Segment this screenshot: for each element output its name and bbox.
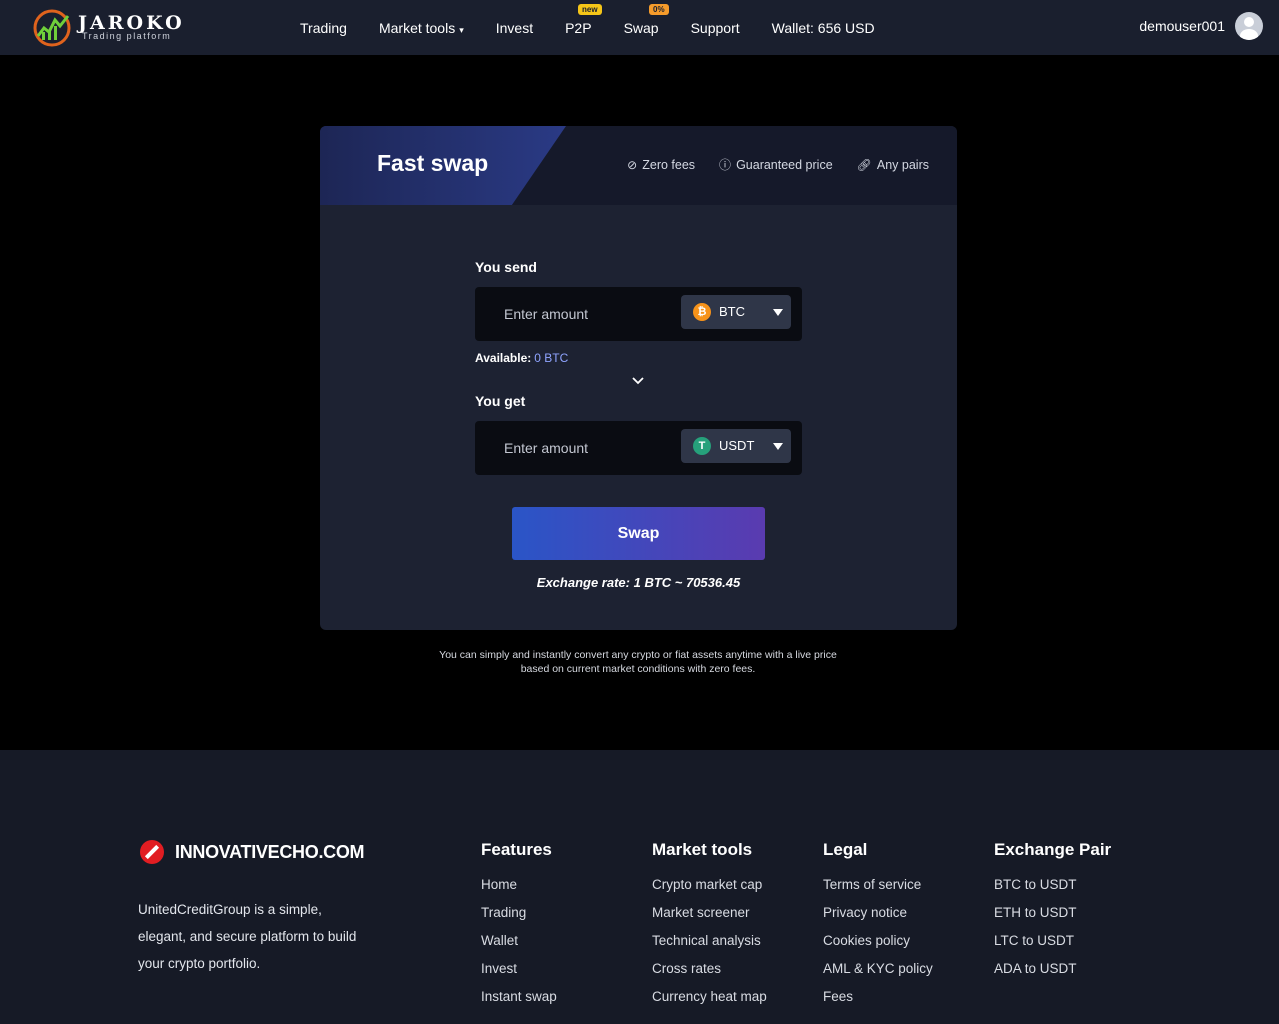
nav-market-tools[interactable]: Market tools ▾ [379,20,464,36]
chevron-down-icon [773,443,783,450]
zero-percent-badge: 0% [649,3,669,15]
swap-direction-icon[interactable] [632,374,644,386]
fast-swap-card: Fast swap ⊘ Zero fees ⓘ Guaranteed price… [320,126,957,630]
user-menu[interactable]: demouser001 [1139,12,1263,40]
get-amount-field[interactable]: Enter amount T USDT [475,421,802,475]
swap-description-line: You can simply and instantly convert any… [439,649,837,661]
nav-invest-label: Invest [495,19,534,36]
footer-link[interactable]: Crypto market cap [652,877,767,905]
feature-any-pairs: 🔗︎ Any pairs [857,156,929,173]
footer-link[interactable]: Fees [823,989,933,1017]
swap-description: You can simply and instantly convert any… [380,648,896,676]
nav-swap[interactable]: Swap 0% [623,3,669,36]
footer-link[interactable]: Terms of service [823,877,933,905]
footer-column-exchange-pair: Exchange Pair BTC to USDT ETH to USDT LT… [994,840,1111,989]
available-balance: Available: 0 BTC [475,351,568,365]
nav-invest[interactable]: Invest [496,20,533,36]
brand-name: INNOVATIVECHO.COM [175,841,365,862]
nav-swap-label: Swap [623,19,659,36]
guaranteed-price-icon: ⓘ [719,158,732,172]
card-header: Fast swap ⊘ Zero fees ⓘ Guaranteed price… [320,126,957,205]
footer-link[interactable]: Instant swap [481,989,557,1017]
main-nav: Trading Market tools ▾ Invest P2P new Swap… [300,0,907,55]
send-currency-value: BTC [719,304,745,319]
feature-list: ⊘ Zero fees ⓘ Guaranteed price 🔗︎ Any pa… [603,156,929,173]
available-value: 0 BTC [534,351,569,365]
get-currency-select[interactable]: T USDT [681,429,791,463]
nav-wallet[interactable]: Wallet: 656 USD [772,20,875,36]
nav-support[interactable]: Support [691,20,740,36]
footer-link[interactable]: Trading [481,905,557,933]
usdt-icon: T [693,437,711,455]
footer-link[interactable]: Market screener [652,905,767,933]
footer-link[interactable]: ADA to USDT [994,961,1111,989]
footer-column-legal: Legal Terms of service Privacy notice Co… [823,840,933,1017]
footer-column-title: Exchange Pair [994,840,1112,859]
logo-mark-icon [33,9,71,47]
footer-link[interactable]: Home [481,877,557,905]
footer-link[interactable]: ETH to USDT [994,905,1111,933]
btc-icon: ₿ [693,303,711,321]
footer-column-market-tools: Market tools Crypto market cap Market sc… [652,840,767,1017]
footer-link[interactable]: Privacy notice [823,905,933,933]
feature-guaranteed-price: ⓘ Guaranteed price [719,156,833,173]
send-amount-placeholder: Enter amount [504,306,589,322]
brand-logo-icon [140,840,164,864]
nav-market-tools-label: Market tools [378,19,456,36]
send-amount-field[interactable]: Enter amount ₿ BTC [475,287,802,341]
logo[interactable]: JAROKO Trading platform [32,8,182,48]
chevron-down-icon: ▾ [459,24,464,35]
footer-column-title: Market tools [652,840,753,859]
footer-link[interactable]: Invest [481,961,557,989]
feature-label: Any pairs [876,157,929,172]
new-badge: new [578,3,602,15]
footer-column-features: Features Home Trading Wallet Invest Inst… [481,840,557,1017]
nav-p2p[interactable]: P2P new [565,3,602,36]
footer-link[interactable]: AML & KYC policy [823,961,933,989]
get-amount-placeholder: Enter amount [504,440,589,456]
swap-button[interactable]: Swap [512,507,765,560]
footer-link[interactable]: Technical analysis [652,933,767,961]
nav-trading[interactable]: Trading [300,20,347,36]
feature-label: Guaranteed price [736,157,833,172]
feature-label: Zero fees [642,157,696,172]
swap-description-line: based on current market conditions with … [520,663,756,675]
footer-link[interactable]: Cross rates [652,961,767,989]
nav-trading-label: Trading [300,19,347,36]
zero-fees-icon: ⊘ [627,157,638,172]
send-currency-select[interactable]: ₿ BTC [681,295,791,329]
nav-wallet-label: Wallet: 656 USD [771,19,875,36]
chevron-down-icon [773,309,783,316]
nav-support-label: Support [690,19,740,36]
footer-brand[interactable]: INNOVATIVECHO.COM [140,840,365,864]
get-currency-value: USDT [719,438,755,453]
username: demouser001 [1139,18,1225,34]
footer: INNOVATIVECHO.COM UnitedCreditGroup is a… [0,750,1279,1024]
card-title: Fast swap [377,150,489,176]
footer-link[interactable]: Currency heat map [652,989,767,1017]
footer-link[interactable]: Wallet [481,933,557,961]
footer-link[interactable]: Cookies policy [823,933,933,961]
available-label: Available: [475,351,532,365]
logo-subtitle: Trading platform [82,31,172,41]
nav-p2p-label: P2P [565,19,592,36]
link-icon: 🔗︎ [856,157,872,172]
get-label: You get [475,393,526,409]
exchange-rate: Exchange rate: 1 BTC ~ 70536.45 [536,575,741,590]
avatar[interactable] [1235,12,1263,40]
footer-column-title: Features [481,840,552,859]
footer-column-title: Legal [823,840,868,859]
feature-zero-fees: ⊘ Zero fees [627,156,695,173]
top-navbar: JAROKO Trading platform Trading Market t… [0,0,1279,55]
send-label: You send [475,259,537,275]
footer-link[interactable]: LTC to USDT [994,933,1111,961]
footer-about: UnitedCreditGroup is a simple, elegant, … [138,902,357,971]
footer-link[interactable]: BTC to USDT [994,877,1111,905]
